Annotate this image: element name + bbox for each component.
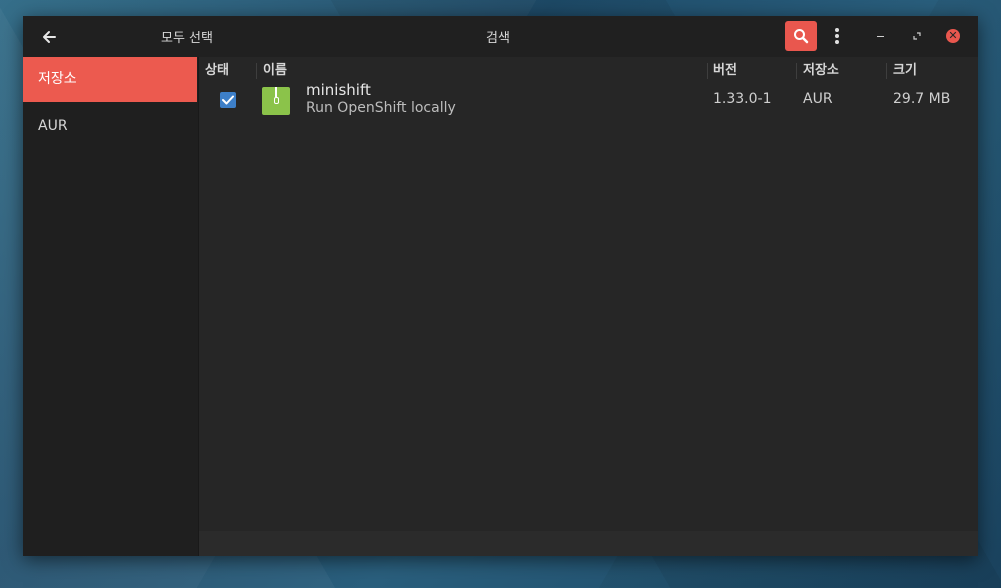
sidebar-item-aur[interactable]: AUR bbox=[23, 104, 197, 149]
column-header-name[interactable]: 이름 bbox=[263, 61, 287, 81]
column-header-repository[interactable]: 저장소 bbox=[803, 61, 839, 81]
close-button[interactable]: ✕ bbox=[943, 26, 963, 46]
minimize-button[interactable] bbox=[871, 26, 891, 46]
package-description: Run OpenShift locally bbox=[306, 100, 456, 116]
column-separator bbox=[796, 63, 797, 79]
kebab-menu-button[interactable] bbox=[829, 24, 845, 50]
column-separator bbox=[256, 63, 257, 79]
select-all-button[interactable]: 모두 선택 bbox=[161, 27, 213, 46]
checkmark-icon bbox=[222, 95, 234, 105]
column-header-size[interactable]: 크기 bbox=[893, 61, 917, 81]
package-repository: AUR bbox=[803, 91, 833, 107]
header-bar: 모두 선택 검색 ✕ bbox=[23, 16, 978, 58]
column-header-version[interactable]: 버전 bbox=[713, 61, 737, 81]
sidebar: 저장소 AUR bbox=[23, 57, 199, 556]
package-size: 29.7 MB bbox=[893, 91, 951, 107]
install-checkbox[interactable] bbox=[220, 92, 236, 108]
back-button[interactable] bbox=[37, 26, 61, 48]
package-list: 상태 이름 버전 저장소 크기 minishift Run OpenShift … bbox=[199, 57, 978, 556]
status-strip bbox=[199, 531, 978, 556]
search-button[interactable] bbox=[785, 21, 817, 51]
kebab-menu-icon bbox=[835, 28, 839, 32]
maximize-icon bbox=[913, 32, 921, 40]
package-icon bbox=[262, 87, 290, 115]
sidebar-item-repository[interactable]: 저장소 bbox=[23, 57, 197, 102]
back-arrow-icon bbox=[43, 31, 56, 43]
column-separator bbox=[886, 63, 887, 79]
search-icon bbox=[794, 29, 809, 44]
package-version: 1.33.0-1 bbox=[713, 91, 772, 107]
maximize-button[interactable] bbox=[907, 26, 927, 46]
package-name: minishift bbox=[306, 81, 371, 99]
table-row[interactable]: minishift Run OpenShift locally 1.33.0-1… bbox=[199, 81, 978, 123]
app-window: 모두 선택 검색 ✕ 저장소 AUR 상태 이름 버전 저장소 크기 minis… bbox=[23, 16, 978, 556]
column-header-status[interactable]: 상태 bbox=[205, 61, 229, 81]
window-title: 검색 bbox=[486, 31, 510, 46]
column-separator bbox=[707, 63, 708, 79]
